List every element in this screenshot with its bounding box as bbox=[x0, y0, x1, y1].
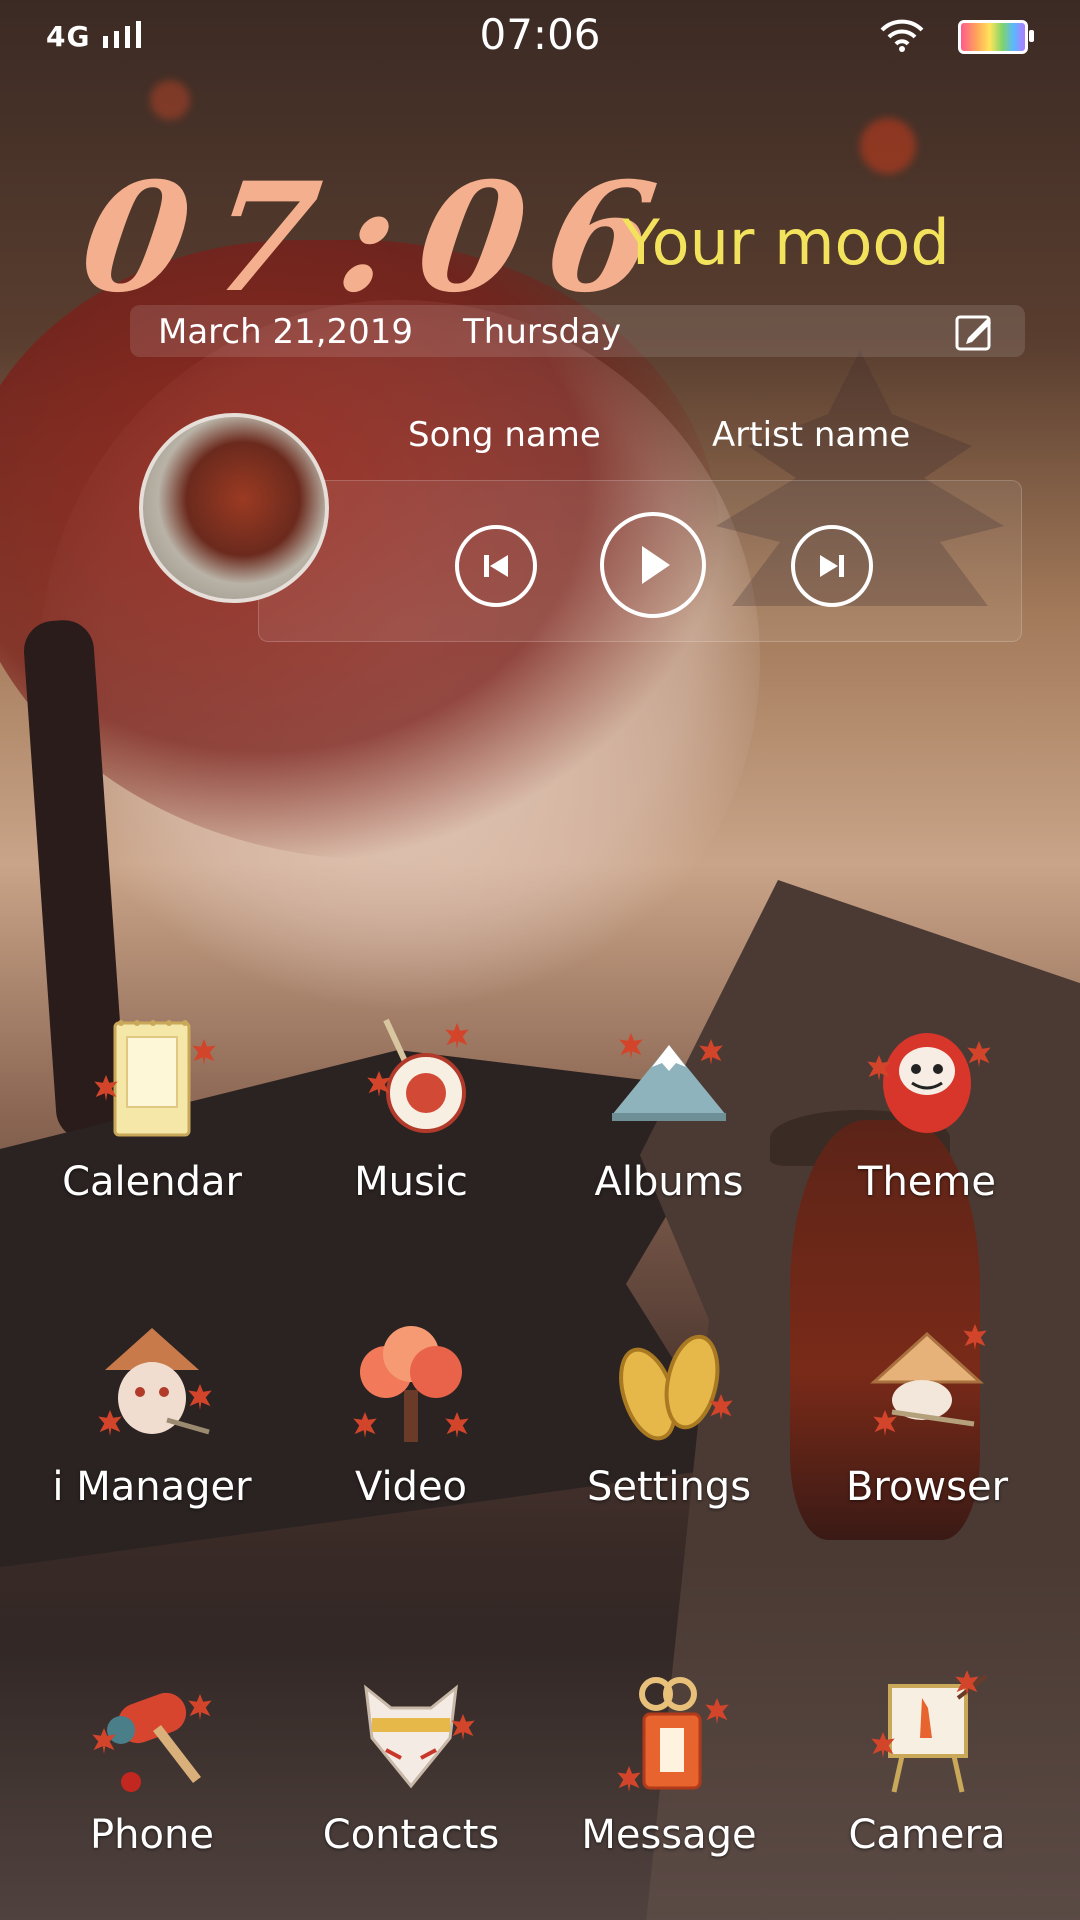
app-camera[interactable]: Camera bbox=[797, 1668, 1057, 1858]
mountain-glyph bbox=[612, 1045, 726, 1121]
app-label: Camera bbox=[848, 1812, 1006, 1858]
next-track-button[interactable] bbox=[791, 525, 873, 607]
sandals-glyph bbox=[619, 1334, 720, 1441]
battery-icon bbox=[958, 20, 1034, 54]
theme-icon bbox=[862, 1015, 992, 1145]
mood-label[interactable]: Your mood bbox=[622, 206, 950, 279]
album-art[interactable] bbox=[139, 413, 329, 603]
app-calendar[interactable]: Calendar bbox=[22, 1015, 282, 1205]
status-bar: 4G 07:06 bbox=[0, 0, 1080, 70]
app-music[interactable]: Music bbox=[281, 1015, 541, 1205]
app-label: Theme bbox=[858, 1159, 996, 1205]
app-settings[interactable]: Settings bbox=[539, 1320, 799, 1510]
app-contacts[interactable]: Contacts bbox=[281, 1668, 541, 1858]
app-label: Contacts bbox=[322, 1812, 500, 1858]
app-label: Phone bbox=[90, 1812, 214, 1858]
app-video[interactable]: Video bbox=[281, 1320, 541, 1510]
next-track-icon bbox=[820, 555, 844, 577]
app-label: Message bbox=[581, 1812, 757, 1858]
app-phone[interactable]: Phone bbox=[22, 1668, 282, 1858]
settings-icon bbox=[604, 1320, 734, 1450]
app-albums[interactable]: Albums bbox=[539, 1015, 799, 1205]
app-label: Browser bbox=[845, 1464, 1009, 1510]
mallet-glyph bbox=[107, 1692, 201, 1792]
wifi-icon bbox=[880, 19, 924, 52]
video-icon bbox=[346, 1320, 476, 1450]
play-icon bbox=[642, 546, 670, 584]
edit-icon[interactable] bbox=[954, 312, 994, 352]
camera-icon bbox=[862, 1668, 992, 1798]
lantern-glow bbox=[150, 80, 190, 120]
weekday-label: Thursday bbox=[463, 312, 622, 352]
mask-hat-glyph bbox=[105, 1328, 210, 1435]
song-name: Song name bbox=[408, 415, 601, 455]
app-theme[interactable]: Theme bbox=[797, 1015, 1057, 1205]
browser-icon bbox=[862, 1320, 992, 1450]
app-label: Video bbox=[354, 1464, 468, 1510]
app-label: Settings bbox=[586, 1464, 752, 1510]
play-button[interactable] bbox=[600, 512, 706, 618]
clock-widget-time[interactable]: 07:06 bbox=[72, 150, 690, 326]
previous-track-button[interactable] bbox=[455, 525, 537, 607]
music-icon bbox=[346, 1015, 476, 1145]
artist-name: Artist name bbox=[712, 415, 911, 455]
message-icon bbox=[604, 1668, 734, 1798]
app-imanager[interactable]: i Manager bbox=[22, 1320, 282, 1510]
contacts-icon bbox=[346, 1668, 476, 1798]
lantern-glow bbox=[860, 118, 916, 174]
albums-icon bbox=[604, 1015, 734, 1145]
calendar-icon bbox=[87, 1015, 217, 1145]
imanager-icon bbox=[87, 1320, 217, 1450]
app-label: Calendar bbox=[62, 1159, 242, 1205]
app-label: Music bbox=[354, 1159, 468, 1205]
app-label: Albums bbox=[594, 1159, 744, 1205]
date-label: March 21,2019 bbox=[158, 312, 414, 352]
app-label: i Manager bbox=[52, 1464, 252, 1510]
daruma-glyph bbox=[883, 1033, 971, 1133]
previous-track-icon bbox=[484, 555, 508, 577]
app-message[interactable]: Message bbox=[539, 1668, 799, 1858]
phone-icon bbox=[87, 1668, 217, 1798]
app-browser[interactable]: Browser bbox=[797, 1320, 1057, 1510]
